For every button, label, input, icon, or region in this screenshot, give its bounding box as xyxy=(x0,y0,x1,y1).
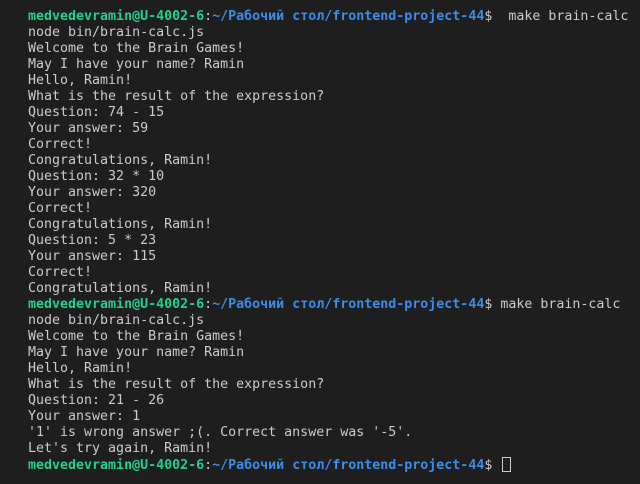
output-line: Let's try again, Ramin! xyxy=(28,441,213,456)
prompt-symbol: $ xyxy=(484,458,493,473)
output-line: Congratulations, Ramin! xyxy=(28,153,213,168)
prompt-line: medvedevramin@U-4002-6:~/Рабочий стол/fr… xyxy=(28,9,640,25)
prompt-colon: : xyxy=(204,9,213,24)
prompt-path: ~/Рабочий стол/frontend-project-44 xyxy=(212,458,485,473)
output-line: May I have your name? Ramin xyxy=(28,57,245,72)
prompt-colon: : xyxy=(204,458,213,473)
command-text: make brain-calc xyxy=(492,9,629,24)
output-line: Correct! xyxy=(28,137,93,152)
command-text: make brain-calc xyxy=(492,297,621,312)
prompt-user-host: medvedevramin@U-4002-6 xyxy=(28,458,205,473)
prompt-user-host: medvedevramin@U-4002-6 xyxy=(28,9,205,24)
output-line: Welcome to the Brain Games! xyxy=(28,329,245,344)
output-line: Question: 21 - 26 xyxy=(28,393,165,408)
output-line: Question: 32 * 10 xyxy=(28,169,165,184)
text-cursor[interactable] xyxy=(502,457,512,472)
prompt-path: ~/Рабочий стол/frontend-project-44 xyxy=(212,297,485,312)
terminal-panel[interactable]: medvedevramin@U-4002-6:~/Рабочий стол/fr… xyxy=(0,0,640,484)
prompt-line: medvedevramin@U-4002-6:~/Рабочий стол/fr… xyxy=(28,297,640,313)
output-line: What is the result of the expression? xyxy=(28,377,325,392)
output-line: Your answer: 320 xyxy=(28,185,157,200)
output-line: Your answer: 1 xyxy=(28,409,141,424)
output-line: Correct! xyxy=(28,201,93,216)
output-line: node bin/brain-calc.js xyxy=(28,25,205,40)
output-line: Question: 5 * 23 xyxy=(28,233,157,248)
output-line: Question: 74 - 15 xyxy=(28,105,165,120)
prompt-colon: : xyxy=(204,297,213,312)
output-line: '1' is wrong answer ;(. Correct answer w… xyxy=(28,425,413,440)
active-prompt-line[interactable]: medvedevramin@U-4002-6:~/Рабочий стол/fr… xyxy=(28,457,640,473)
output-line: Congratulations, Ramin! xyxy=(28,217,213,232)
output-line: Hello, Ramin! xyxy=(28,361,133,376)
prompt-path: ~/Рабочий стол/frontend-project-44 xyxy=(212,9,485,24)
output-line: What is the result of the expression? xyxy=(28,89,325,104)
output-line: May I have your name? Ramin xyxy=(28,345,245,360)
output-line: Hello, Ramin! xyxy=(28,73,133,88)
output-line: Correct! xyxy=(28,265,93,280)
prompt-user-host: medvedevramin@U-4002-6 xyxy=(28,297,205,312)
output-line: Congratulations, Ramin! xyxy=(28,281,213,296)
output-line: Your answer: 115 xyxy=(28,249,157,264)
output-line: node bin/brain-calc.js xyxy=(28,313,205,328)
output-line: Your answer: 59 xyxy=(28,121,149,136)
output-line: Welcome to the Brain Games! xyxy=(28,41,245,56)
